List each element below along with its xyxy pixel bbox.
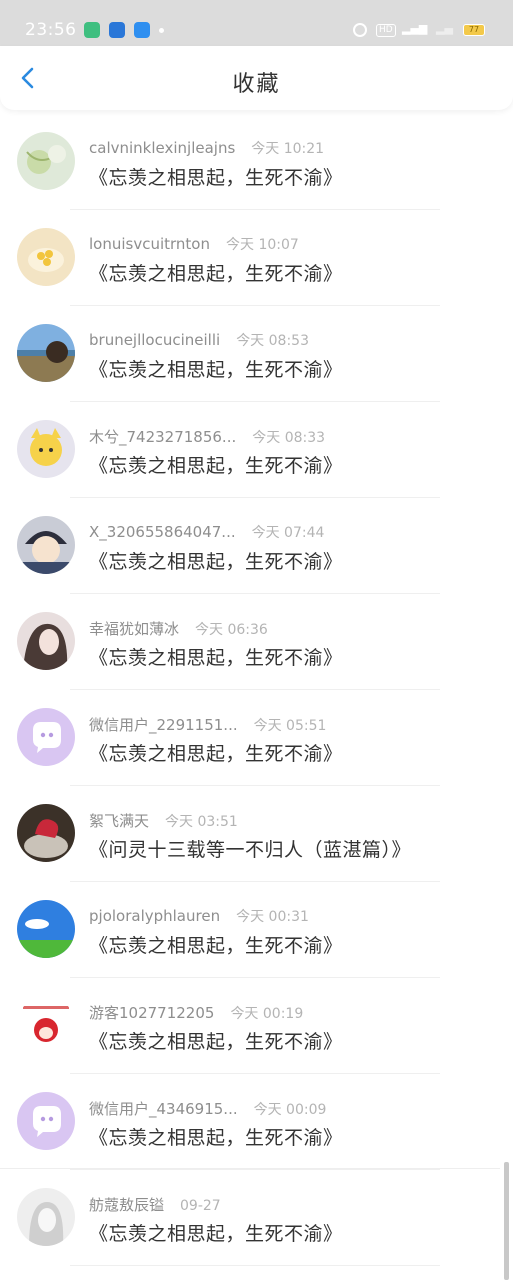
- user-name: pjoloralyphlauren: [89, 907, 221, 925]
- timestamp: 09-27: [180, 1198, 221, 1214]
- story-title: 《忘羡之相思起，生死不渝》: [89, 1127, 343, 1149]
- user-name: 木兮_7423271856...: [89, 428, 237, 446]
- list-item[interactable]: 微信用户_4346915... 今天 00:09 《忘羡之相思起，生死不渝》: [0, 1074, 513, 1170]
- story-title: 《忘羡之相思起，生死不渝》: [89, 455, 343, 477]
- story-title: 《忘羡之相思起，生死不渝》: [89, 551, 343, 573]
- divider: [0, 1168, 500, 1169]
- timestamp: 今天 03:51: [165, 814, 238, 830]
- list-item[interactable]: X_320655864047... 今天 07:44 《忘羡之相思起，生死不渝》: [0, 498, 513, 594]
- user-avatar: [17, 516, 75, 574]
- app-notification-icon: [134, 22, 150, 38]
- story-title: 《问灵十三载等一不归人（蓝湛篇）》: [89, 839, 412, 861]
- user-avatar: [17, 900, 75, 958]
- timestamp: 今天 07:44: [251, 525, 325, 541]
- user-avatar: [17, 228, 75, 286]
- signal-icon: ▂▄: [436, 22, 453, 35]
- story-title: 《忘羡之相思起，生死不渝》: [89, 263, 343, 285]
- story-title: 《忘羡之相思起，生死不渝》: [89, 743, 343, 765]
- user-avatar: [17, 1188, 75, 1246]
- hd-icon: HD: [376, 24, 396, 37]
- timestamp: 今天 06:36: [195, 622, 268, 638]
- user-name: 游客1027712205: [89, 1004, 215, 1022]
- list-item[interactable]: 微信用户_2291151... 今天 05:51 《忘羡之相思起，生死不渝》: [0, 690, 513, 786]
- signal-icon: ▂▄▆: [402, 22, 428, 35]
- list-item[interactable]: 幸福犹如薄冰 今天 06:36 《忘羡之相思起，生死不渝》: [0, 594, 513, 690]
- story-title: 《忘羡之相思起，生死不渝》: [89, 1031, 343, 1053]
- timestamp: 今天 10:07: [226, 237, 299, 253]
- list-item[interactable]: 木兮_7423271856... 今天 08:33 《忘羡之相思起，生死不渝》: [0, 402, 513, 498]
- story-title: 《忘羡之相思起，生死不渝》: [89, 935, 343, 957]
- timestamp: 今天 05:51: [253, 718, 327, 734]
- timestamp: 今天 00:09: [253, 1102, 327, 1118]
- alarm-icon: [353, 23, 367, 37]
- list-item[interactable]: 游客1027712205 今天 00:19 《忘羡之相思起，生死不渝》: [0, 978, 513, 1074]
- list-item[interactable]: calvninklexinjleajns 今天 10:21 《忘羡之相思起，生死不…: [0, 114, 513, 210]
- user-avatar: [17, 420, 75, 478]
- user-avatar: [17, 612, 75, 670]
- timestamp: 今天 00:31: [236, 909, 309, 925]
- app-notification-icon: [84, 22, 100, 38]
- user-name: 微信用户_2291151...: [89, 716, 238, 734]
- timestamp: 今天 00:19: [230, 1006, 304, 1022]
- status-bar: 23:56 HD ▂▄▆ ▂▄ 77: [0, 0, 513, 46]
- user-avatar: [17, 996, 75, 1054]
- user-name: 絮飞满天: [89, 812, 150, 830]
- timestamp: 今天 08:33: [252, 430, 326, 446]
- user-avatar: [17, 804, 75, 862]
- list-item[interactable]: lonuisvcuitrnton 今天 10:07 《忘羡之相思起，生死不渝》: [0, 210, 513, 306]
- list-item[interactable]: 舫蔻敖辰镒 09-27 《忘羡之相思起，生死不渝》: [0, 1170, 513, 1266]
- list-item[interactable]: brunejllocucineilli 今天 08:53 《忘羡之相思起，生死不渝…: [0, 306, 513, 402]
- status-time: 23:56: [25, 20, 77, 40]
- user-avatar: [17, 132, 75, 190]
- battery-icon: 77: [463, 24, 485, 36]
- scrollbar[interactable]: [504, 1162, 509, 1280]
- user-name: calvninklexinjleajns: [89, 139, 236, 157]
- more-notifications-dot-icon: [159, 28, 164, 33]
- timestamp: 今天 08:53: [236, 333, 309, 349]
- user-name: X_320655864047...: [89, 523, 236, 541]
- story-title: 《忘羡之相思起，生死不渝》: [89, 647, 343, 669]
- user-name: 幸福犹如薄冰: [89, 620, 180, 638]
- list-item[interactable]: 絮飞满天 今天 03:51 《问灵十三载等一不归人（蓝湛篇）》: [0, 786, 513, 882]
- default-avatar-icon: [17, 708, 75, 766]
- list-item[interactable]: pjoloralyphlauren 今天 00:31 《忘羡之相思起，生死不渝》: [0, 882, 513, 978]
- user-name: lonuisvcuitrnton: [89, 235, 210, 253]
- user-name: brunejllocucineilli: [89, 331, 221, 349]
- default-avatar-icon: [17, 1092, 75, 1150]
- user-name: 舫蔻敖辰镒: [89, 1196, 165, 1214]
- user-avatar: [17, 324, 75, 382]
- story-title: 《忘羡之相思起，生死不渝》: [89, 1223, 343, 1245]
- app-header: 收藏: [0, 46, 513, 110]
- favorites-list: calvninklexinjleajns 今天 10:21 《忘羡之相思起，生死不…: [0, 114, 513, 1266]
- app-notification-icon: [109, 22, 125, 38]
- story-title: 《忘羡之相思起，生死不渝》: [89, 359, 343, 381]
- user-name: 微信用户_4346915...: [89, 1100, 238, 1118]
- timestamp: 今天 10:21: [251, 141, 325, 157]
- story-title: 《忘羡之相思起，生死不渝》: [89, 167, 343, 189]
- page-title: 收藏: [232, 72, 281, 97]
- divider: [70, 1265, 440, 1266]
